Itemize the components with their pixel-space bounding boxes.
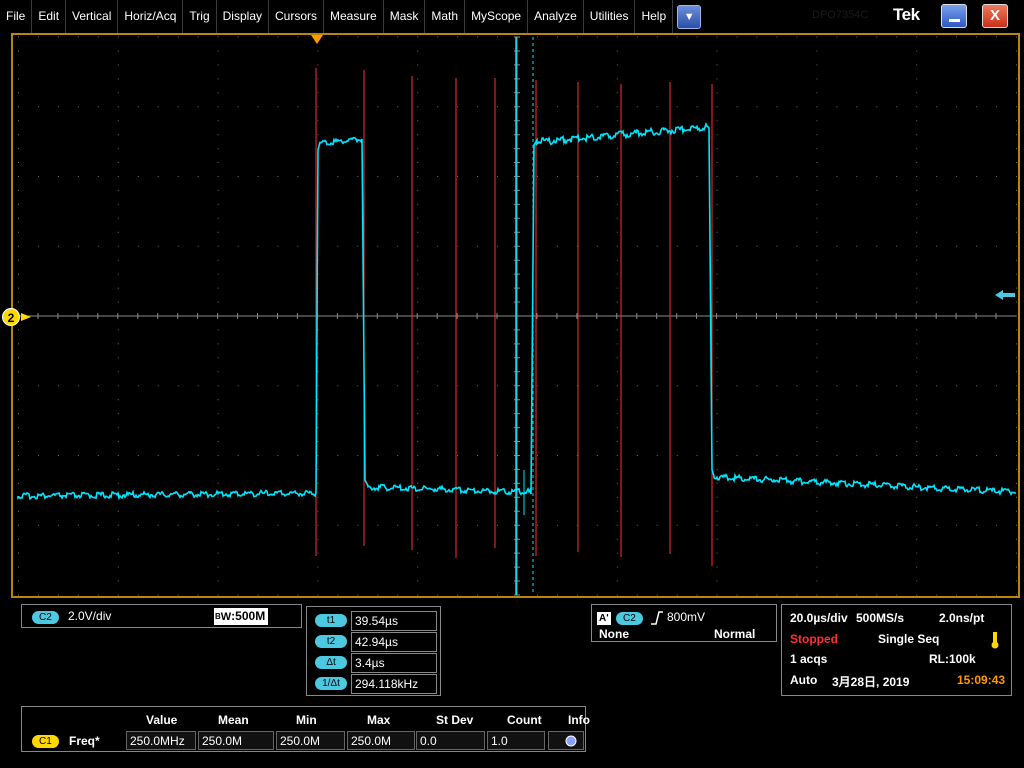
trigger-position-icon[interactable] [311,35,323,45]
measure-header-max: Max [367,713,391,727]
measure-source-badge: C1 [32,735,59,748]
resolution: 2.0ns/pt [939,611,985,625]
channel-2-marker[interactable]: 2 [2,308,20,326]
measure-header-value: Value [146,713,178,727]
cursor-value-1: 42.94µs [351,632,437,652]
measure-name[interactable]: Freq* [69,734,100,748]
cursor-value-2: 3.4µs [351,653,437,673]
measure-cell-max: 250.0M [347,731,415,750]
acq-time: 15:09:43 [957,673,1006,687]
acquisition-panel[interactable]: 20.0µs/div 500MS/s 2.0ns/pt Stopped Sing… [781,604,1012,696]
bandwidth-box: BW:500M [214,608,268,625]
measure-header-min: Min [296,713,317,727]
channel-badge: C2 [32,611,59,624]
acq-date: 3月28日, 2019 [832,675,910,689]
measure-cell-st-dev: 0.0 [416,731,485,750]
channel-readout-panel[interactable]: C2 2.0V/div BW:500M [21,604,302,628]
cursor-label-2: Δt [315,656,347,669]
cursor-value-0: 39.54µs [351,611,437,631]
trigger-source-badge: C2 [616,612,643,625]
horizontal-scale: 20.0µs/div [790,611,848,625]
measure-cell-value: 250.0MHz [126,731,196,750]
measure-cell-count: 1.0 [487,731,545,750]
sample-rate: 500MS/s [856,611,905,625]
bandwidth-value: :500M [231,609,266,623]
trigger-run-mode: Auto [790,673,818,687]
trigger-level-arrow-icon[interactable] [995,289,1017,301]
measure-cell-mean: 250.0M [198,731,274,750]
acq-mode: Single Seq [878,632,940,646]
trigger-readout-panel[interactable]: A' C2 800mV None Normal [591,604,777,642]
measure-header-st-dev: St Dev [436,713,474,727]
cursor-value-3: 294.118kHz [351,674,437,694]
record-length: RL:100k [929,652,976,666]
measure-cell-min: 250.0M [276,731,345,750]
measure-header-count: Count [507,713,542,727]
channel-2-arrow-icon [21,313,31,321]
trigger-level: 800mV [667,610,706,624]
graticule [17,36,1017,596]
measure-header-mean: Mean [218,713,249,727]
acq-count: 1 acqs [790,652,828,666]
trigger-mode: Normal [714,627,756,641]
trigger-type-badge: A' [597,612,611,625]
measurement-panel[interactable]: Value Mean Min Max St Dev Count Info C1 Freq* 250… [21,706,590,752]
cursor-readout-panel[interactable]: t1 39.54µs t2 42.94µs Δt 3.4µs 1/Δt 294.118kHz [306,606,441,696]
cursor-label-3: 1/Δt [315,677,347,690]
channel-scale: 2.0V/div [68,609,112,623]
measure-header-info: Info [568,713,590,727]
trigger-coupling: None [599,627,629,641]
cursor-label-1: t2 [315,635,347,648]
cursor-label-0: t1 [315,614,347,627]
thermometer-icon [991,632,999,649]
measure-info-icon[interactable] [548,731,584,750]
bw-sub: W [220,611,232,623]
rising-edge-icon [651,611,663,625]
acq-state: Stopped [790,632,838,646]
